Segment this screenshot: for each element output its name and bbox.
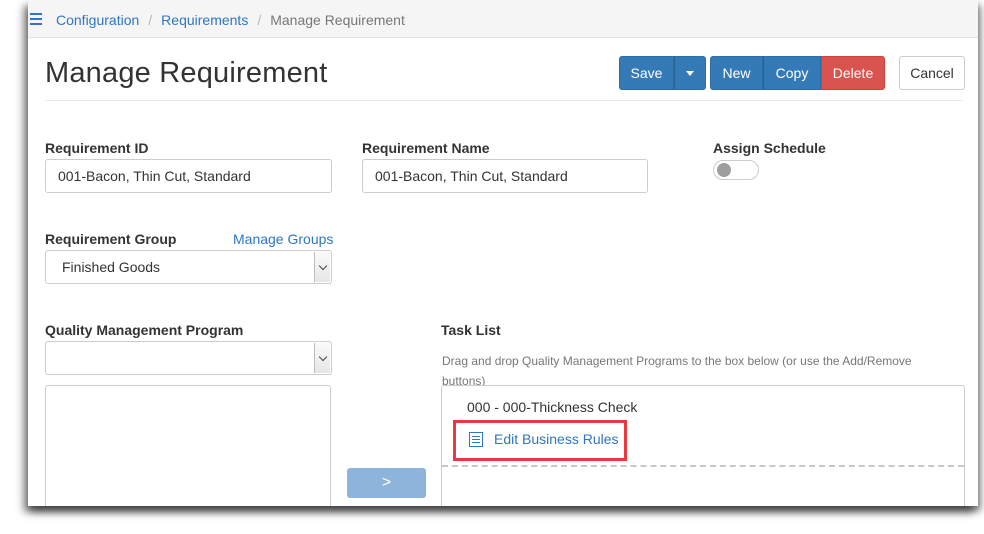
breadcrumb-separator: / [257, 12, 262, 28]
requirement-group-value: Finished Goods [62, 259, 161, 275]
breadcrumb-current: Manage Requirement [270, 12, 405, 28]
requirement-name-value: 001-Bacon, Thin Cut, Standard [375, 168, 568, 184]
caret-down-icon [686, 70, 694, 76]
title-divider [45, 100, 963, 101]
requirement-id-value: 001-Bacon, Thin Cut, Standard [58, 168, 251, 184]
qm-program-label: Quality Management Program [45, 322, 244, 338]
requirement-id-label: Requirement ID [45, 140, 149, 156]
breadcrumb-requirements[interactable]: Requirements [161, 12, 248, 28]
save-button[interactable]: Save [619, 56, 674, 90]
task-list-item[interactable]: 000 - 000-Thickness Check [467, 399, 637, 415]
new-button[interactable]: New [710, 56, 763, 90]
requirement-group-label: Requirement Group [45, 231, 177, 247]
hamburger-menu-icon[interactable] [30, 13, 42, 28]
chevron-down-icon [314, 343, 330, 373]
cancel-button[interactable]: Cancel [899, 56, 965, 90]
breadcrumb: Configuration / Requirements / Manage Requir… [56, 12, 405, 28]
assign-schedule-toggle[interactable] [713, 160, 759, 180]
assign-schedule-label: Assign Schedule [713, 140, 826, 156]
requirement-name-label: Requirement Name [362, 140, 490, 156]
breadcrumb-separator: / [148, 12, 153, 28]
page-title: Manage Requirement [45, 57, 328, 89]
chevron-down-icon [314, 252, 330, 282]
delete-button[interactable]: Delete [821, 56, 885, 90]
requirement-id-input[interactable]: 001-Bacon, Thin Cut, Standard [45, 159, 332, 193]
breadcrumb-configuration[interactable]: Configuration [56, 12, 139, 28]
add-to-task-list-button[interactable]: > [347, 468, 426, 498]
toggle-knob [717, 163, 731, 177]
qm-program-select[interactable] [45, 341, 332, 375]
qm-program-list[interactable] [45, 385, 331, 506]
requirement-group-select[interactable]: Finished Goods [45, 250, 332, 284]
app-window: Configuration / Requirements / Manage Requir… [28, 0, 978, 506]
save-dropdown-button[interactable] [674, 56, 706, 90]
requirement-name-input[interactable]: 001-Bacon, Thin Cut, Standard [362, 159, 648, 193]
highlight-box [453, 420, 627, 461]
drop-divider [442, 465, 964, 467]
top-bar: Configuration / Requirements / Manage Requir… [28, 0, 978, 38]
task-list-label: Task List [441, 322, 501, 338]
manage-groups-link[interactable]: Manage Groups [233, 231, 333, 247]
copy-button[interactable]: Copy [763, 56, 821, 90]
